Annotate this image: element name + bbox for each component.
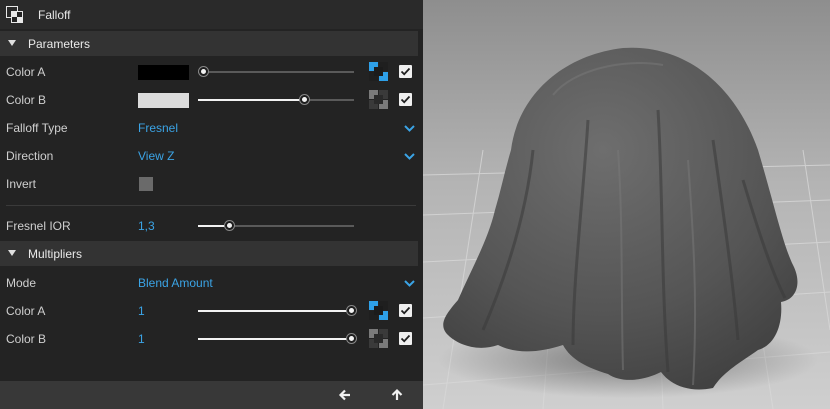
param-label: Falloff Type — [6, 121, 68, 135]
collapse-triangle-icon[interactable] — [8, 250, 16, 256]
multiplier-color-b-enable-checkbox[interactable] — [399, 332, 412, 345]
title-bar: Falloff — [0, 0, 423, 29]
arrow-up-icon[interactable] — [387, 385, 407, 405]
color-a-slider[interactable] — [198, 66, 354, 78]
color-a-map-button[interactable] — [369, 62, 389, 81]
divider — [6, 205, 416, 206]
multiplier-color-a-slider[interactable] — [198, 305, 356, 317]
arrow-left-icon[interactable] — [335, 385, 355, 405]
color-b-map-button[interactable] — [369, 90, 389, 109]
fresnel-ior-value[interactable]: 1,3 — [138, 219, 155, 233]
param-label: Color A — [6, 65, 46, 79]
param-label: Color B — [6, 93, 47, 107]
multiplier-color-b-map-button[interactable] — [369, 329, 389, 348]
falloff-map-icon — [6, 6, 23, 23]
parameters-section-header[interactable]: Parameters — [0, 31, 418, 56]
multiplier-color-a-value[interactable]: 1 — [138, 304, 145, 318]
color-b-enable-checkbox[interactable] — [399, 93, 412, 106]
slider-knob[interactable] — [346, 306, 356, 315]
material-editor-panel: Falloff Parameters Color A Color B Fallo… — [0, 0, 423, 409]
section-label: Multipliers — [28, 247, 83, 261]
multipliers-section-header[interactable]: Multipliers — [0, 241, 418, 266]
color-a-swatch[interactable] — [138, 65, 189, 80]
color-b-swatch[interactable] — [138, 93, 189, 108]
collapse-triangle-icon[interactable] — [8, 40, 16, 46]
direction-dropdown[interactable]: View Z — [138, 149, 174, 163]
multiplier-color-a-enable-checkbox[interactable] — [399, 304, 412, 317]
panel-title: Falloff — [38, 8, 71, 22]
multiplier-color-a-map-button[interactable] — [369, 301, 389, 320]
color-b-slider[interactable] — [198, 94, 354, 106]
multiplier-row-color-a: Color A 1 — [0, 297, 418, 325]
color-a-enable-checkbox[interactable] — [399, 65, 412, 78]
slider-knob[interactable] — [225, 221, 235, 230]
multiplier-row-color-b: Color B 1 — [0, 325, 418, 353]
multiplier-color-b-slider[interactable] — [198, 333, 356, 345]
param-row-mode[interactable]: Mode Blend Amount — [0, 269, 418, 297]
slider-knob[interactable] — [300, 95, 310, 104]
section-label: Parameters — [28, 37, 91, 51]
param-row-falloff-type[interactable]: Falloff Type Fresnel — [0, 114, 418, 142]
chevron-down-icon[interactable] — [404, 153, 415, 160]
chevron-down-icon[interactable] — [404, 280, 415, 287]
param-label: Color B — [6, 332, 47, 346]
fresnel-ior-slider[interactable] — [198, 220, 354, 232]
falloff-type-dropdown[interactable]: Fresnel — [138, 121, 178, 135]
param-row-invert: Invert — [0, 170, 418, 198]
chevron-down-icon[interactable] — [404, 125, 415, 132]
param-label: Direction — [6, 149, 54, 163]
draped-cloth-render — [423, 0, 830, 409]
multiplier-color-b-value[interactable]: 1 — [138, 332, 145, 346]
mode-dropdown[interactable]: Blend Amount — [138, 276, 213, 290]
slider-knob[interactable] — [346, 334, 356, 343]
param-label: Mode — [6, 276, 37, 290]
param-label: Invert — [6, 177, 37, 191]
param-row-fresnel-ior: Fresnel IOR 1,3 — [0, 212, 418, 240]
invert-checkbox[interactable] — [139, 177, 153, 191]
param-row-color-b: Color B — [0, 86, 418, 114]
param-label: Fresnel IOR — [6, 219, 71, 233]
param-label: Color A — [6, 304, 46, 318]
param-row-direction[interactable]: Direction View Z — [0, 142, 418, 170]
param-row-color-a: Color A — [0, 58, 418, 86]
panel-footer — [0, 381, 423, 409]
slider-knob[interactable] — [198, 67, 208, 76]
render-preview — [423, 0, 830, 409]
